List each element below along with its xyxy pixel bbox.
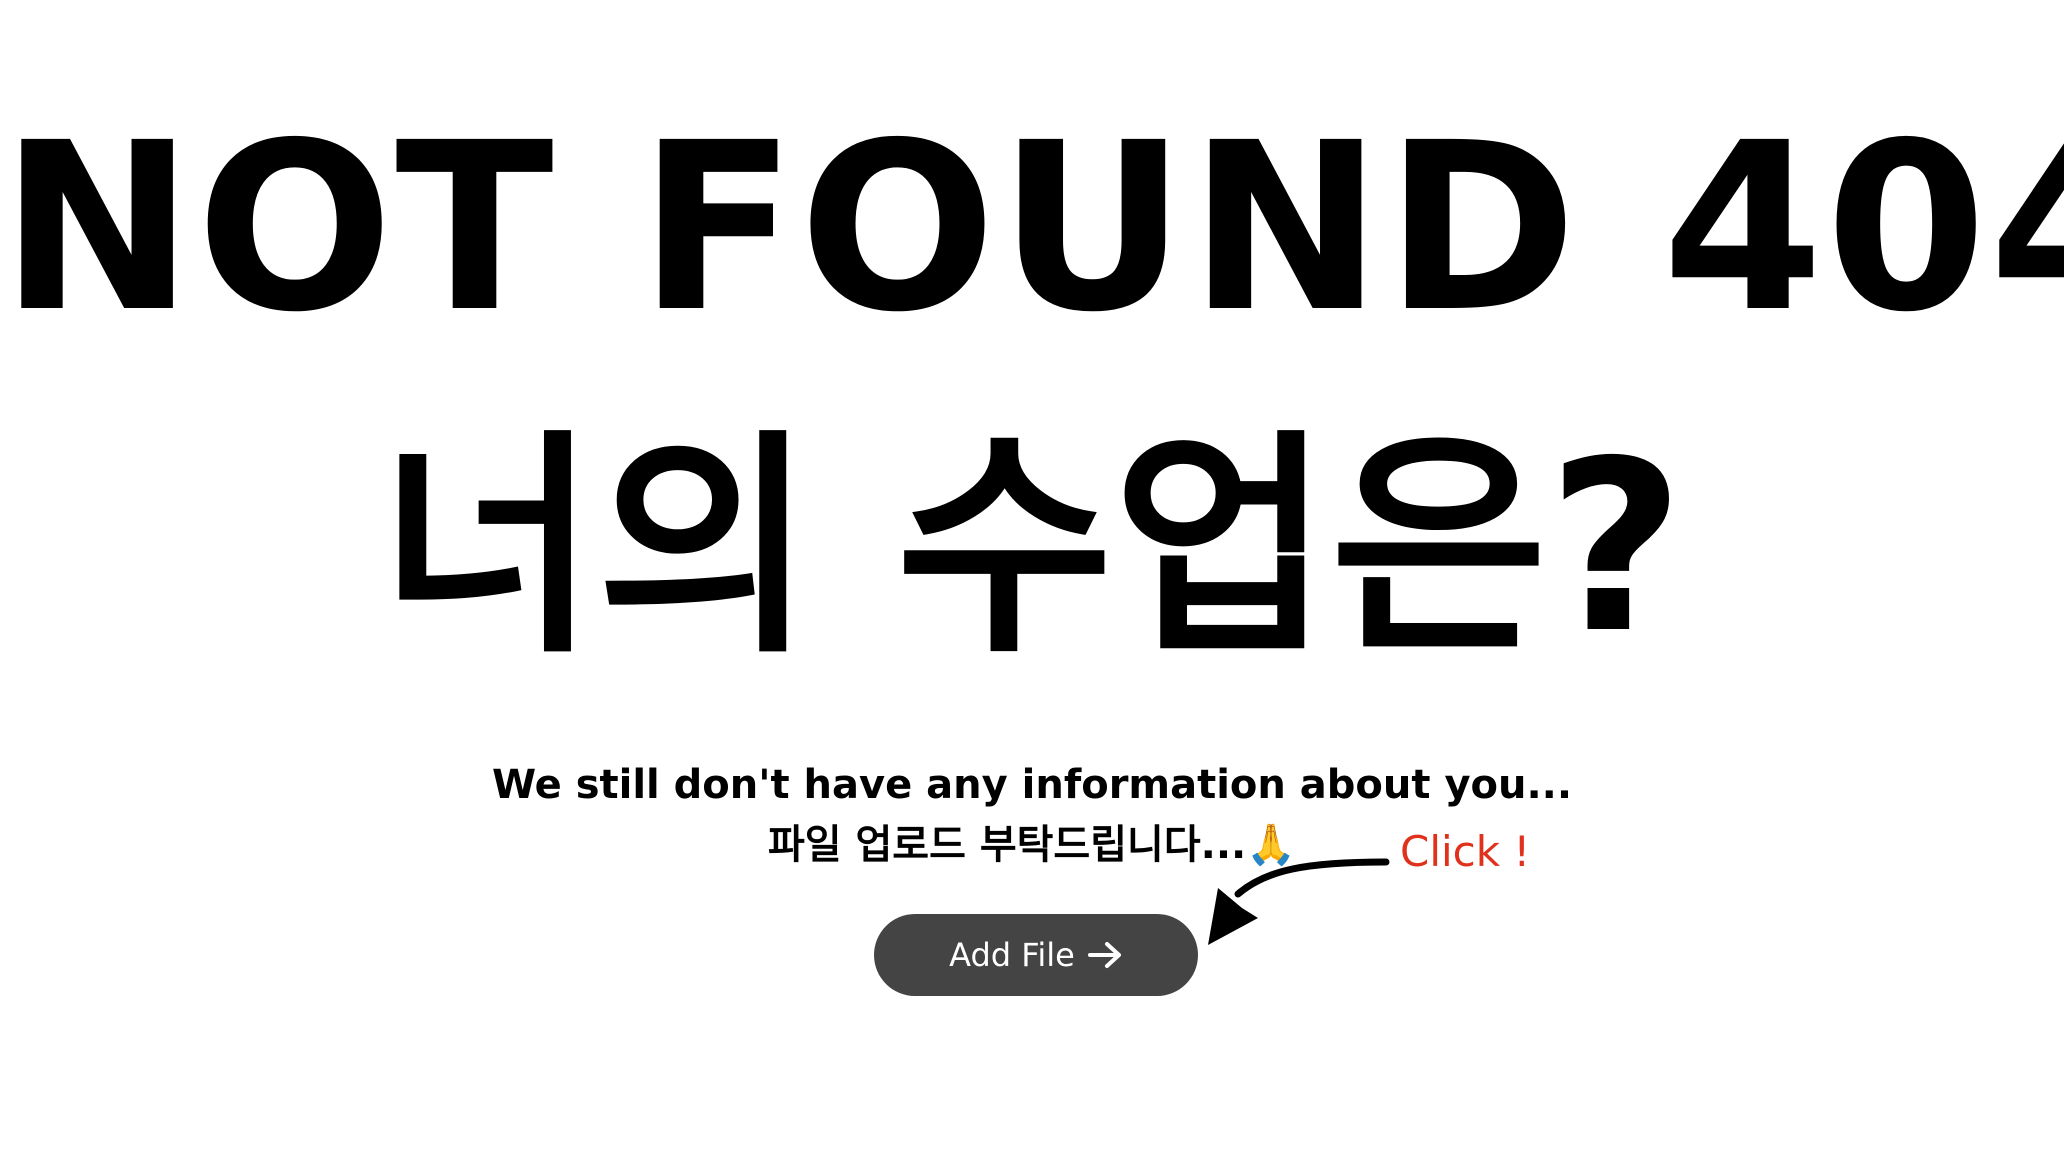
arrow-right-icon [1087, 942, 1121, 968]
page-subtitle: 너의 수업은? [379, 410, 1685, 685]
page-title: NOT FOUND 404 [0, 93, 2064, 363]
add-file-button-label: Add File [949, 936, 1075, 974]
curved-arrow-icon [1208, 858, 1390, 945]
info-message-english: We still don't have any information abou… [491, 762, 1573, 808]
add-file-button[interactable]: Add File [874, 914, 1198, 996]
info-message-korean: 파일 업로드 부탁드립니다...🙏 [767, 822, 1297, 868]
click-hint-label: Click ! [1400, 827, 1531, 876]
